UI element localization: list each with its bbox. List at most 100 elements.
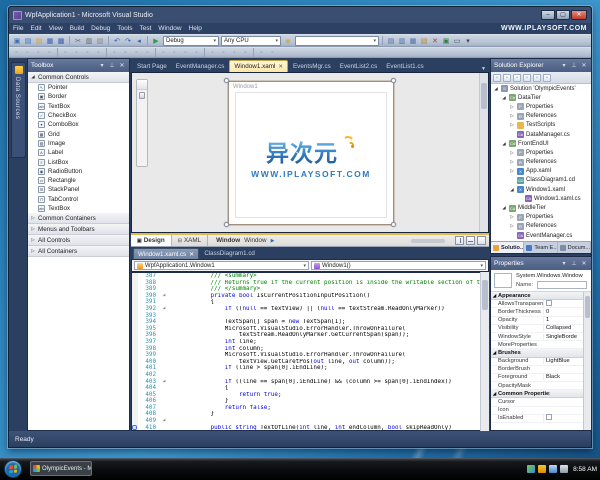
outlining-margin[interactable]: ◢	[160, 293, 168, 300]
doc-tab-window1-xaml[interactable]: Window1.xaml ✕	[229, 60, 288, 72]
view-class-diagram-icon[interactable]: ▫	[523, 73, 531, 82]
outlining-margin[interactable]	[160, 280, 168, 287]
outlining-margin[interactable]	[160, 346, 168, 353]
cut-icon[interactable]: ✂	[73, 36, 83, 46]
error-list-icon[interactable]: ✕	[430, 36, 440, 46]
tree-expander-icon[interactable]: ◢	[501, 141, 507, 147]
paste-icon[interactable]: ▧	[95, 36, 105, 46]
center-horizontal-icon[interactable]: ▫	[181, 48, 190, 57]
toolbox-item-grid[interactable]: ▦ Grid	[28, 129, 129, 138]
close-tab-icon[interactable]: ✕	[278, 64, 283, 70]
indicator-margin[interactable]	[132, 338, 138, 346]
selection-handle[interactable]	[224, 222, 229, 227]
property-row-borderthickness[interactable]: BorderThickness 0	[491, 308, 583, 317]
toolbox-item-textbox[interactable]: ab TextBox	[28, 102, 129, 111]
window-position-icon[interactable]: ▾	[560, 62, 568, 69]
outlining-margin[interactable]	[160, 385, 168, 392]
property-row-allowstransparency[interactable]: AllowsTransparency	[491, 299, 583, 309]
increase-spacing-icon[interactable]: ▫	[132, 48, 141, 57]
minimize-button[interactable]: –	[541, 10, 555, 20]
property-group-brushes[interactable]: ◢ Brushes	[491, 349, 583, 358]
send-to-back-icon[interactable]: ▫	[219, 48, 228, 57]
horizontal-split-icon[interactable]	[466, 236, 475, 245]
property-row-windowstyle[interactable]: WindowStyle SingleBorde	[491, 333, 583, 342]
tool-tab-solutio[interactable]: Solutio...	[491, 242, 525, 253]
designer-zoom-slider[interactable]	[136, 79, 148, 167]
editor-vertical-scrollbar[interactable]	[480, 272, 489, 431]
outlining-margin[interactable]	[160, 398, 168, 405]
property-row-visibility[interactable]: Visibility Collapsed	[491, 325, 583, 333]
menu-test[interactable]: Test	[139, 25, 151, 32]
tree-node-properties[interactable]: ▷ P Properties	[491, 148, 591, 157]
decrease-spacing-icon[interactable]: ▫	[143, 48, 152, 57]
menu-tools[interactable]: Tools	[117, 25, 132, 32]
code-editor[interactable]: 387 /// <summary> 388 /// Returns true if…	[131, 272, 489, 431]
menu-build[interactable]: Build	[70, 25, 84, 32]
property-row-cursor[interactable]: Cursor	[491, 398, 583, 407]
members-dropdown[interactable]: Window1() ▾	[311, 261, 486, 270]
indicator-margin[interactable]	[132, 358, 138, 366]
ungroup-icon[interactable]: ▫	[241, 48, 250, 57]
doc-tab-start page[interactable]: Start Page	[133, 60, 171, 72]
tree-expander-icon[interactable]: ◢	[493, 86, 499, 92]
copy-icon[interactable]: ▥	[84, 36, 94, 46]
doc-tab-eventlist2-cs[interactable]: EventList2.cs	[336, 60, 381, 72]
indicator-margin[interactable]	[132, 299, 138, 306]
vertical-spacing-icon[interactable]: ▫	[170, 48, 179, 57]
property-value[interactable]: 0	[543, 308, 583, 315]
auto-hide-pin-icon[interactable]: ⊥	[570, 62, 578, 69]
toolbox-item-stackpanel[interactable]: ☰ StackPanel	[28, 185, 129, 194]
close-panel-icon[interactable]: ✕	[580, 62, 588, 69]
open-file-icon[interactable]: ▨	[34, 36, 44, 46]
wpf-designer-surface[interactable]: Window1 异次元 WWW.IPLAYSOFT.COM	[131, 72, 489, 233]
properties-header[interactable]: Properties ▾ ⊥ ✕	[491, 257, 591, 270]
solution-explorer-header[interactable]: Solution Explorer ▾ ⊥ ✕	[491, 59, 591, 72]
toolbar-options-icon[interactable]: ▾	[463, 36, 473, 46]
toolbox-group-common-controls[interactable]: ◢ Common Controls	[28, 72, 129, 83]
indicator-margin[interactable]	[132, 378, 138, 386]
indicator-margin[interactable]	[132, 292, 138, 300]
tree-node-frontendui[interactable]: ◢ C# FrontEndUI	[491, 139, 591, 148]
zoom-thumb[interactable]	[139, 92, 145, 99]
find-in-files-icon[interactable]: ◈	[283, 36, 293, 46]
object-browser-icon[interactable]: ▦	[408, 36, 418, 46]
checkbox-icon[interactable]	[546, 299, 552, 306]
tree-expander-icon[interactable]: ▷	[509, 113, 515, 119]
tree-expander-icon[interactable]: ◢	[501, 95, 507, 101]
group-icon[interactable]: ▫	[230, 48, 239, 57]
design-view-tab[interactable]: ▣ Design	[131, 235, 172, 246]
indicator-margin[interactable]	[132, 286, 138, 293]
data-sources-tab[interactable]: Data Sources	[11, 62, 26, 158]
property-value[interactable]: SingleBorde	[543, 333, 583, 340]
tree-node-references[interactable]: ▷ R References	[491, 158, 591, 167]
tree-node-properties[interactable]: ▷ P Properties	[491, 213, 591, 222]
toolbox-group-menus-and-toolbars[interactable]: ▷ Menus and Toolbars	[28, 224, 129, 236]
property-value[interactable]: Collapsed	[543, 325, 583, 332]
designer-hscroll[interactable]	[411, 238, 445, 243]
title-bar[interactable]: WpfApplication1 - Microsoft Visual Studi…	[9, 7, 591, 23]
indicator-margin[interactable]	[132, 325, 138, 333]
refresh-icon[interactable]: ▫	[513, 73, 521, 82]
lock-controls-icon[interactable]: ▫	[257, 48, 266, 57]
solution-platforms-combobox[interactable]: Any CPU ▾	[221, 35, 281, 46]
tree-expander-icon[interactable]: ▷	[509, 159, 515, 165]
tree-node-references[interactable]: ▷ R References	[491, 112, 591, 121]
property-row-isenabled[interactable]: IsEnabled	[491, 414, 583, 423]
indicator-margin[interactable]	[132, 418, 138, 425]
align-middles-icon[interactable]: ▫	[61, 48, 70, 57]
tree-expander-icon[interactable]: ▷	[509, 104, 515, 110]
outlining-margin[interactable]	[160, 326, 168, 333]
view-designer-icon[interactable]: ▫	[543, 73, 551, 82]
indicator-margin[interactable]	[132, 365, 138, 372]
window-position-icon[interactable]: ▾	[560, 260, 568, 267]
vertical-split-icon[interactable]	[455, 236, 464, 245]
toolbox-group-all-containers[interactable]: ▷ All Containers	[28, 246, 129, 258]
command-window-icon[interactable]: ▭	[452, 36, 462, 46]
property-group-common-properties[interactable]: ◢ Common Properties	[491, 390, 583, 399]
close-panel-icon[interactable]: ✕	[118, 62, 126, 69]
add-item-icon[interactable]: ▤	[23, 36, 33, 46]
xaml-view-tab[interactable]: ⊟ XAML	[172, 235, 209, 246]
close-panel-icon[interactable]: ✕	[580, 260, 588, 267]
checkbox-icon[interactable]	[546, 414, 552, 421]
tree-node-references[interactable]: ▷ R References	[491, 222, 591, 231]
